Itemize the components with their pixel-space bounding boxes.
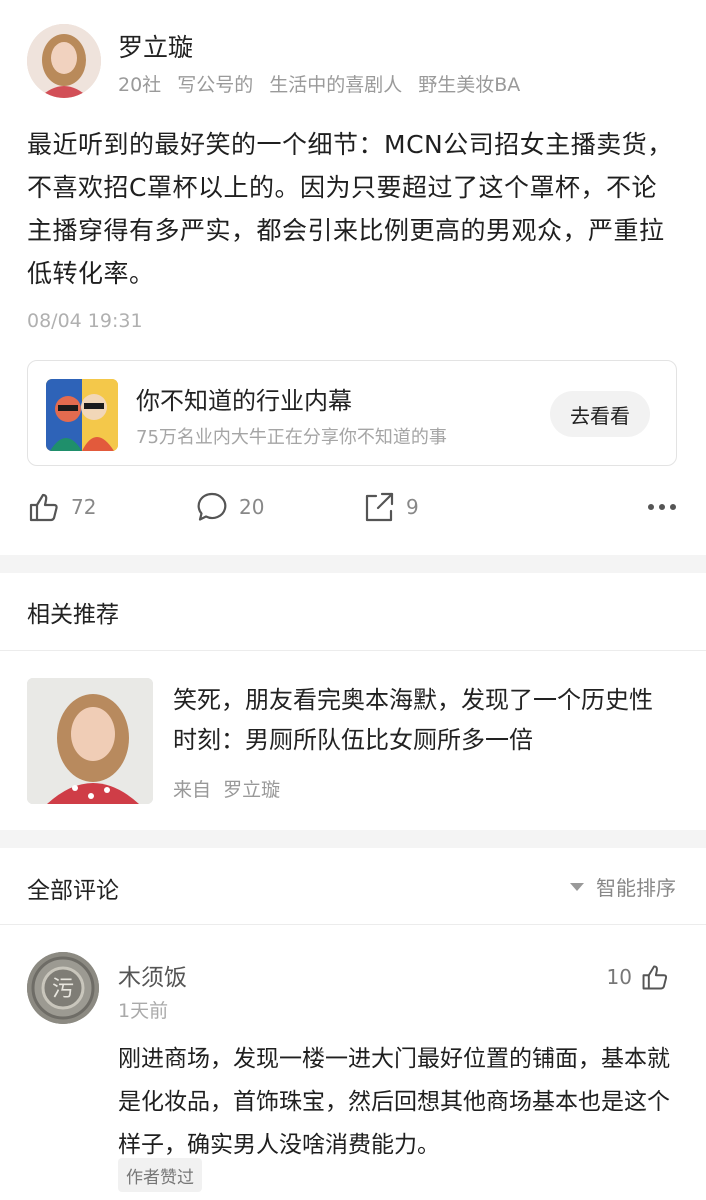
triangle-down-icon — [570, 882, 584, 891]
comment-text: 刚进商场，发现一楼一进大门最好位置的铺面，基本就是化妆品，首饰珠宝，然后回想其他… — [118, 1046, 670, 1158]
divider — [0, 650, 706, 651]
author-tag: 野生美妆BA — [418, 74, 521, 96]
thumb-up-icon — [29, 493, 58, 522]
commenter-name[interactable]: 木须饭 — [118, 958, 187, 992]
comment-count: 20 — [239, 495, 265, 519]
promo-title: 你不知道的行业内幕 — [136, 387, 352, 415]
sort-label: 智能排序 — [596, 876, 676, 900]
promo-illustration — [46, 379, 118, 451]
related-source: 来自 罗立璇 — [173, 775, 280, 802]
post-time: 08/04 19:31 — [27, 310, 143, 332]
share-button[interactable]: 9 — [362, 490, 419, 524]
comment-button[interactable]: 20 — [195, 490, 264, 524]
author-liked-badge: 作者赞过 — [118, 1158, 202, 1192]
related-from-label: 来自 — [173, 779, 212, 801]
promo-card[interactable]: 你不知道的行业内幕 75万名业内大牛正在分享你不知道的事 去看看 — [27, 360, 677, 466]
section-separator — [0, 830, 706, 848]
comments-section-title: 全部评论 — [27, 878, 119, 904]
commenter-avatar[interactable]: 污 — [27, 952, 99, 1024]
share-count: 9 — [406, 495, 419, 519]
comment-like-count: 10 — [606, 965, 632, 989]
author-name[interactable]: 罗立璇 — [118, 28, 193, 64]
comment-bubble-icon — [197, 492, 227, 521]
author-avatar[interactable] — [27, 24, 101, 98]
like-count: 72 — [71, 495, 97, 519]
sort-dropdown[interactable]: 智能排序 — [570, 872, 676, 901]
like-button[interactable]: 72 — [27, 490, 96, 524]
related-thumbnail[interactable] — [27, 678, 153, 804]
comment-like-button[interactable]: 10 — [607, 962, 670, 992]
section-separator — [0, 555, 706, 573]
author-tag: 生活中的喜剧人 — [269, 74, 403, 96]
related-title[interactable]: 笑死，朋友看完奥本海默，发现了一个历史性时刻：男厕所队伍比女厕所多一倍 — [173, 680, 653, 760]
post-text: 最近听到的最好笑的一个细节：MCN公司招女主播卖货，不喜欢招C罩杯以上的。因为只… — [27, 130, 673, 288]
author-tag: 写公号的 — [177, 74, 254, 96]
author-tag: 20社 — [118, 74, 162, 96]
promo-go-button[interactable]: 去看看 — [550, 391, 650, 437]
promo-subtitle: 75万名业内大牛正在分享你不知道的事 — [136, 427, 447, 448]
svg-text:污: 污 — [52, 977, 74, 1002]
related-section-title: 相关推荐 — [27, 602, 119, 628]
comment-time: 1天前 — [118, 1000, 169, 1022]
thumb-up-icon — [642, 965, 668, 990]
author-tags: 20社 写公号的 生活中的喜剧人 野生美妆BA — [118, 70, 536, 97]
divider — [0, 924, 706, 925]
related-from-author: 罗立璇 — [223, 779, 281, 801]
share-icon — [365, 492, 394, 522]
more-options-icon[interactable] — [648, 504, 676, 510]
